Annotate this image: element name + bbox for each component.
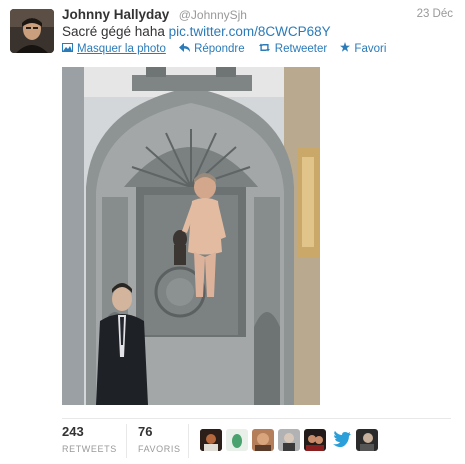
stats-separator xyxy=(188,424,189,458)
retweet-icon xyxy=(258,43,271,55)
tweet-photo[interactable] xyxy=(62,67,320,405)
reply-button[interactable]: Répondre xyxy=(179,43,245,55)
favorites-stat[interactable]: 76 FAVORIS xyxy=(138,424,181,454)
user-avatar[interactable] xyxy=(200,429,222,451)
tweet: Johnny Hallyday @JohnnySjh 23 Déc Sacré … xyxy=(0,0,465,464)
user-avatar[interactable] xyxy=(252,429,274,451)
hide-photo-label: Masquer la photo xyxy=(77,43,166,55)
timestamp[interactable]: 23 Déc xyxy=(417,8,453,20)
hide-photo-button[interactable]: Masquer la photo xyxy=(62,43,166,55)
reply-arrow-icon xyxy=(179,43,191,55)
photo-icon xyxy=(62,43,73,55)
avatar[interactable] xyxy=(10,9,54,53)
favorites-count: 76 xyxy=(138,424,153,439)
tweet-text: Sacré gégé haha pic.twitter.com/8CWCP68Y xyxy=(62,24,331,39)
tweet-body: Sacré gégé haha xyxy=(62,24,165,39)
stats-divider xyxy=(62,418,451,419)
user-avatar[interactable] xyxy=(356,429,378,451)
favorite-button[interactable]: Favori xyxy=(340,42,386,55)
retweet-label: Retweeter xyxy=(274,43,328,55)
favorite-label: Favori xyxy=(354,42,387,55)
favorites-label: FAVORIS xyxy=(138,444,181,454)
default-egg-avatar[interactable] xyxy=(226,429,248,451)
fullname[interactable]: Johnny Hallyday xyxy=(62,7,169,22)
user-avatar[interactable] xyxy=(304,429,326,451)
star-icon xyxy=(340,42,351,55)
retweet-button[interactable]: Retweeter xyxy=(258,43,327,55)
tweet-header: Johnny Hallyday @JohnnySjh 23 Déc xyxy=(62,6,455,24)
media-link[interactable]: pic.twitter.com/8CWCP68Y xyxy=(169,24,331,39)
retweets-count: 243 xyxy=(62,424,84,439)
screen-name[interactable]: @JohnnySjh xyxy=(179,8,247,22)
action-bar: Masquer la photo Répondre Retweeter Favo… xyxy=(62,42,396,55)
user-avatar[interactable] xyxy=(278,429,300,451)
retweets-label: RETWEETS xyxy=(62,444,117,454)
retweets-stat[interactable]: 243 RETWEETS xyxy=(62,424,117,454)
twitter-bird-icon[interactable] xyxy=(330,429,352,451)
stats-separator xyxy=(126,424,127,458)
reply-label: Répondre xyxy=(194,43,245,55)
